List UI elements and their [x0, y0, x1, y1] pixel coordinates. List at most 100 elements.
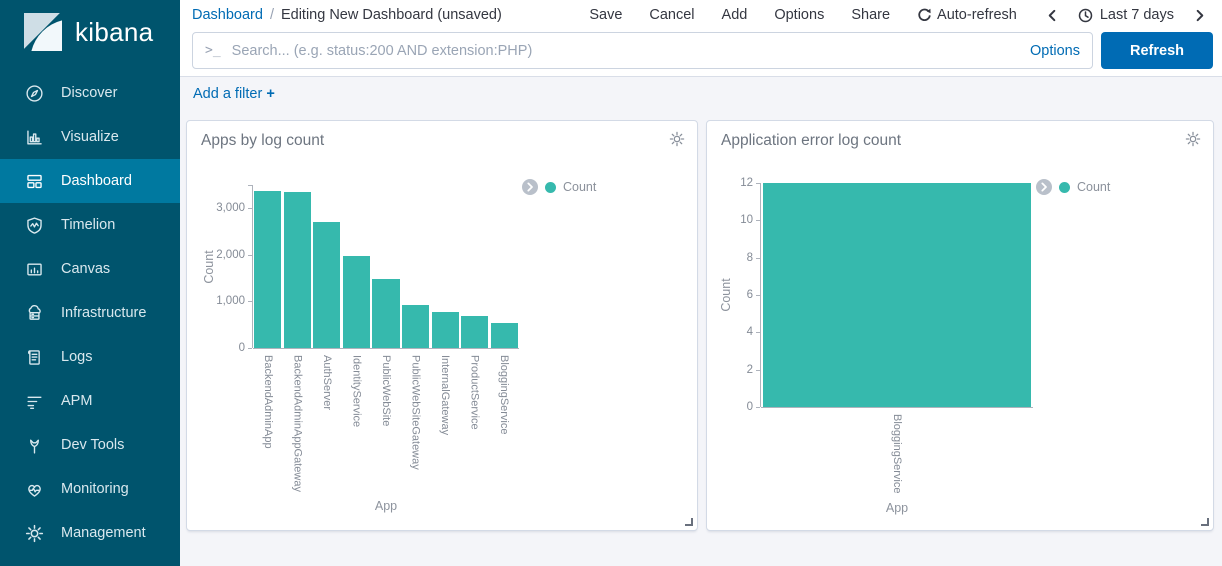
legend-toggle-icon[interactable] [522, 179, 538, 195]
sidebar: kibana Discover Visualize Dashboard Timelio… [0, 0, 180, 566]
clock-icon [1078, 8, 1093, 23]
sidebar-item-timelion[interactable]: Timelion [0, 203, 180, 247]
sidebar-item-label: Dashboard [61, 173, 132, 189]
sidebar-item-dev-tools[interactable]: Dev Tools [0, 423, 180, 467]
y-tick-mark [248, 255, 252, 256]
time-range-button[interactable]: Last 7 days [1078, 7, 1174, 23]
y-tick-label: 3,000 [201, 201, 245, 215]
scroll-icon [25, 348, 44, 367]
legend-series-label[interactable]: Count [563, 180, 596, 194]
y-axis-line [252, 185, 253, 348]
lines-icon [25, 392, 44, 411]
dashboard-grid: Apps by log count 01,0002,0003,000Backen… [180, 112, 1222, 566]
topbar-actions: Save Cancel Add Options Share [589, 7, 890, 23]
y-tick-mark [756, 220, 760, 221]
sidebar-item-visualize[interactable]: Visualize [0, 115, 180, 159]
cloud-server-icon [25, 304, 44, 323]
y-tick-mark [248, 348, 252, 349]
sidebar-item-monitoring[interactable]: Monitoring [0, 467, 180, 511]
time-forward-button[interactable] [1193, 9, 1206, 22]
x-category-label: PublicWebSiteGateway [409, 355, 422, 470]
y-tick-mark [756, 258, 760, 259]
chart-bar-InternalGateway[interactable] [432, 312, 459, 348]
y-tick-label: 2 [709, 363, 753, 377]
x-axis-line [253, 348, 519, 349]
action-options[interactable]: Options [774, 7, 824, 23]
search-box: >_ Options [192, 32, 1093, 69]
sidebar-item-label: Canvas [61, 261, 110, 277]
legend-toggle-icon[interactable] [1036, 179, 1052, 195]
sidebar-item-apm[interactable]: APM [0, 379, 180, 423]
y-axis-title: Count [719, 278, 733, 311]
chevron-right-icon [1193, 9, 1206, 22]
x-category-label: InternalGateway [438, 355, 451, 435]
y-tick-mark [756, 295, 760, 296]
action-cancel[interactable]: Cancel [649, 7, 694, 23]
chart-bar-ProductService[interactable] [461, 316, 488, 348]
sidebar-item-label: Dev Tools [61, 437, 124, 453]
legend-series-dot[interactable] [545, 182, 556, 193]
compass-icon [25, 84, 44, 103]
filter-bar: Add a filter+ [180, 76, 1222, 112]
sidebar-item-discover[interactable]: Discover [0, 71, 180, 115]
time-back-button[interactable] [1046, 9, 1059, 22]
action-save[interactable]: Save [589, 7, 622, 23]
time-picker: Last 7 days [1046, 7, 1206, 23]
y-tick-label: 8 [709, 251, 753, 265]
breadcrumb-current: Editing New Dashboard (unsaved) [281, 7, 502, 23]
panel-apps-by-log-count: Apps by log count 01,0002,0003,000Backen… [186, 120, 698, 531]
y-tick-mark [248, 301, 252, 302]
chart-bar-PublicWebSite[interactable] [372, 279, 399, 348]
auto-refresh-button[interactable]: Auto-refresh [917, 7, 1017, 23]
shield-chart-icon [25, 216, 44, 235]
search-options-link[interactable]: Options [1030, 43, 1080, 59]
kibana-logo[interactable]: kibana [0, 0, 180, 61]
sidebar-item-management[interactable]: Management [0, 511, 180, 555]
chart-bar-BackendAdminAppGateway[interactable] [284, 192, 311, 348]
sidebar-item-canvas[interactable]: Canvas [0, 247, 180, 291]
bar-chart-apps-by-log-count: 01,0002,0003,000BackendAdminAppBackendAd… [187, 121, 697, 530]
x-axis-title: App [375, 499, 397, 513]
x-category-label: BackendAdminAppGateway [290, 355, 303, 492]
add-filter-link[interactable]: Add a filter+ [193, 86, 275, 102]
chevron-left-icon [1046, 9, 1059, 22]
y-tick-label: 0 [201, 341, 245, 355]
refresh-cycle-icon [917, 8, 931, 22]
time-range-label: Last 7 days [1100, 7, 1174, 23]
y-tick-label: 4 [709, 325, 753, 339]
chart-legend: Count [1036, 179, 1110, 195]
bar-chart-icon [25, 128, 44, 147]
y-tick-label: 1,000 [201, 294, 245, 308]
x-category-label: ProductService [468, 355, 481, 430]
chart-bar-BloggingService[interactable] [491, 323, 518, 348]
chart-bar-AuthServer[interactable] [313, 222, 340, 348]
brand-name: kibana [75, 17, 153, 48]
sidebar-item-infrastructure[interactable]: Infrastructure [0, 291, 180, 335]
chart-bar-BloggingService[interactable] [763, 183, 1031, 407]
legend-series-label[interactable]: Count [1077, 180, 1110, 194]
chart-bar-PublicWebSiteGateway[interactable] [402, 305, 429, 348]
panel-resize-handle[interactable] [685, 518, 693, 526]
sidebar-item-label: Discover [61, 85, 117, 101]
search-input[interactable] [232, 43, 1020, 59]
chart-bar-BackendAdminApp[interactable] [254, 191, 281, 348]
plus-icon: + [266, 86, 274, 102]
sidebar-item-label: APM [61, 393, 92, 409]
chart-bar-IdentityService[interactable] [343, 256, 370, 348]
legend-series-dot[interactable] [1059, 182, 1070, 193]
action-add[interactable]: Add [722, 7, 748, 23]
y-axis-top-tick [248, 185, 252, 186]
x-category-label: BloggingService [890, 414, 903, 494]
refresh-button[interactable]: Refresh [1101, 32, 1213, 69]
breadcrumb-dashboard-link[interactable]: Dashboard [192, 7, 263, 23]
panel-resize-handle[interactable] [1201, 518, 1209, 526]
action-share[interactable]: Share [851, 7, 890, 23]
panel-application-error-log-count: Application error log count 024681012Blo… [706, 120, 1214, 531]
wrench-icon [25, 436, 44, 455]
breadcrumb-separator: / [270, 7, 274, 23]
x-axis-title: App [886, 501, 908, 515]
sidebar-item-logs[interactable]: Logs [0, 335, 180, 379]
heartbeat-icon [25, 480, 44, 499]
sidebar-item-dashboard[interactable]: Dashboard [0, 159, 180, 203]
sidebar-item-label: Logs [61, 349, 92, 365]
